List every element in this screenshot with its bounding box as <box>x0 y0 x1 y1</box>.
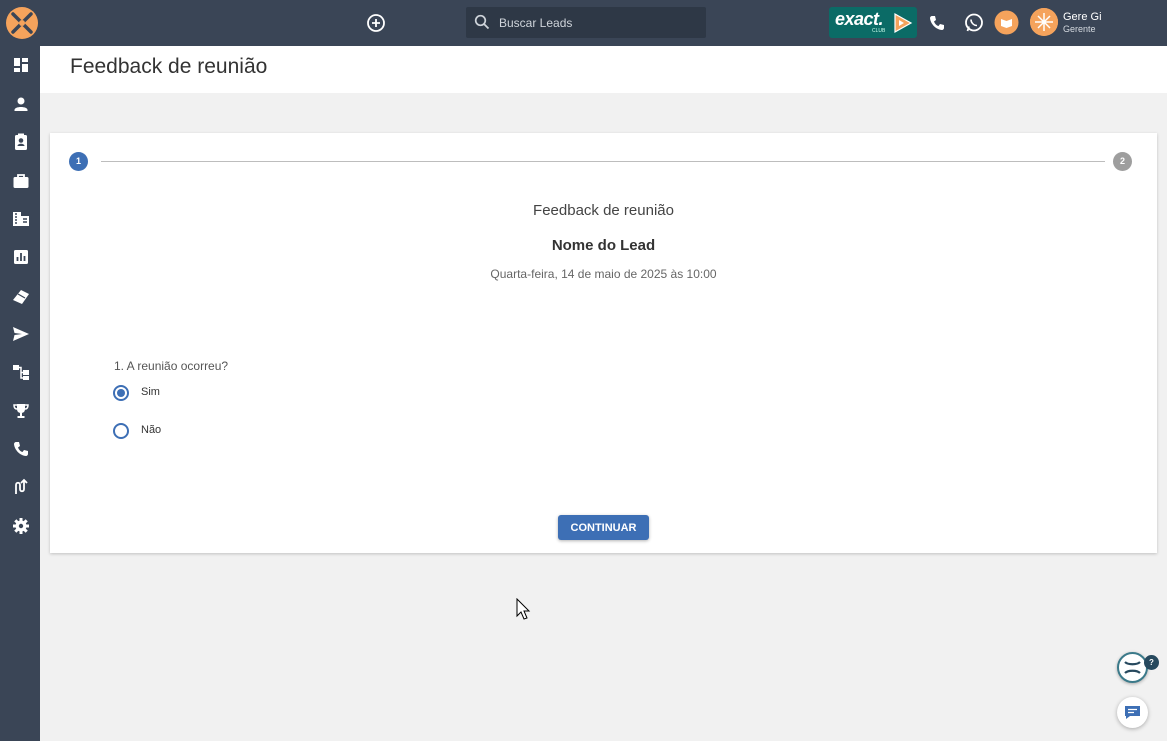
stepper-line <box>101 161 1105 162</box>
radio-label: Sim <box>141 386 160 398</box>
tags-icon[interactable] <box>10 285 32 307</box>
avatar <box>1030 8 1058 36</box>
stepper-step-1: 1 <box>69 152 88 171</box>
building-icon[interactable] <box>10 208 32 230</box>
club-sub-label: CLUB <box>872 28 886 34</box>
help-bot-button[interactable] <box>1117 652 1148 683</box>
mouse-cursor-icon <box>516 597 532 622</box>
radio-checked-icon[interactable] <box>113 385 129 401</box>
club-label: exact. <box>835 9 884 29</box>
phone-icon[interactable] <box>926 12 948 34</box>
whatsapp-icon[interactable] <box>963 12 985 34</box>
book-icon[interactable] <box>994 10 1019 35</box>
stepper-step-2: 2 <box>1113 152 1132 171</box>
chat-button[interactable] <box>1117 697 1148 728</box>
chart-icon[interactable] <box>10 246 32 268</box>
radio-unchecked-icon[interactable] <box>113 423 129 439</box>
add-circle-icon[interactable] <box>365 12 387 34</box>
briefcase-icon[interactable] <box>10 170 32 192</box>
workflow-icon[interactable] <box>10 361 32 383</box>
dashboard-icon[interactable] <box>10 54 32 76</box>
radio-label: Não <box>141 424 162 436</box>
search-input[interactable] <box>499 7 699 38</box>
user-name: Gere Gi <box>1063 11 1102 23</box>
phone-menu-icon[interactable] <box>10 438 32 460</box>
search-box <box>466 7 706 38</box>
question-label: 1. A reunião ocorreu? <box>114 359 229 373</box>
route-icon[interactable] <box>10 476 32 498</box>
top-bar: exact. CLUB <box>0 0 1167 46</box>
gear-icon[interactable] <box>10 515 32 537</box>
meeting-date: Quarta-feira, 14 de maio de 2025 às 10:0… <box>490 267 717 281</box>
exact-club-button[interactable]: exact. CLUB <box>829 7 917 38</box>
person-icon[interactable] <box>10 93 32 115</box>
help-badge: ? <box>1144 655 1159 670</box>
bot-icon <box>1124 661 1141 674</box>
app-logo-icon[interactable] <box>5 6 39 40</box>
trophy-icon[interactable] <box>10 400 32 422</box>
contacts-icon[interactable] <box>10 131 32 153</box>
card-subtitle: Feedback de reunião <box>533 202 674 219</box>
user-role: Gerente <box>1063 24 1096 34</box>
play-icon <box>890 11 914 35</box>
page-header: Feedback de reunião <box>40 46 1167 93</box>
page-title: Feedback de reunião <box>70 55 268 78</box>
feedback-card: 1 2 Feedback de reunião Nome do Lead Qua… <box>50 133 1157 553</box>
lead-name: Nome do Lead <box>551 237 656 254</box>
chat-icon <box>1125 706 1140 719</box>
search-icon <box>474 14 490 30</box>
send-icon[interactable] <box>10 323 32 345</box>
continue-button[interactable]: CONTINUAR <box>558 515 649 540</box>
sidebar <box>0 46 40 741</box>
